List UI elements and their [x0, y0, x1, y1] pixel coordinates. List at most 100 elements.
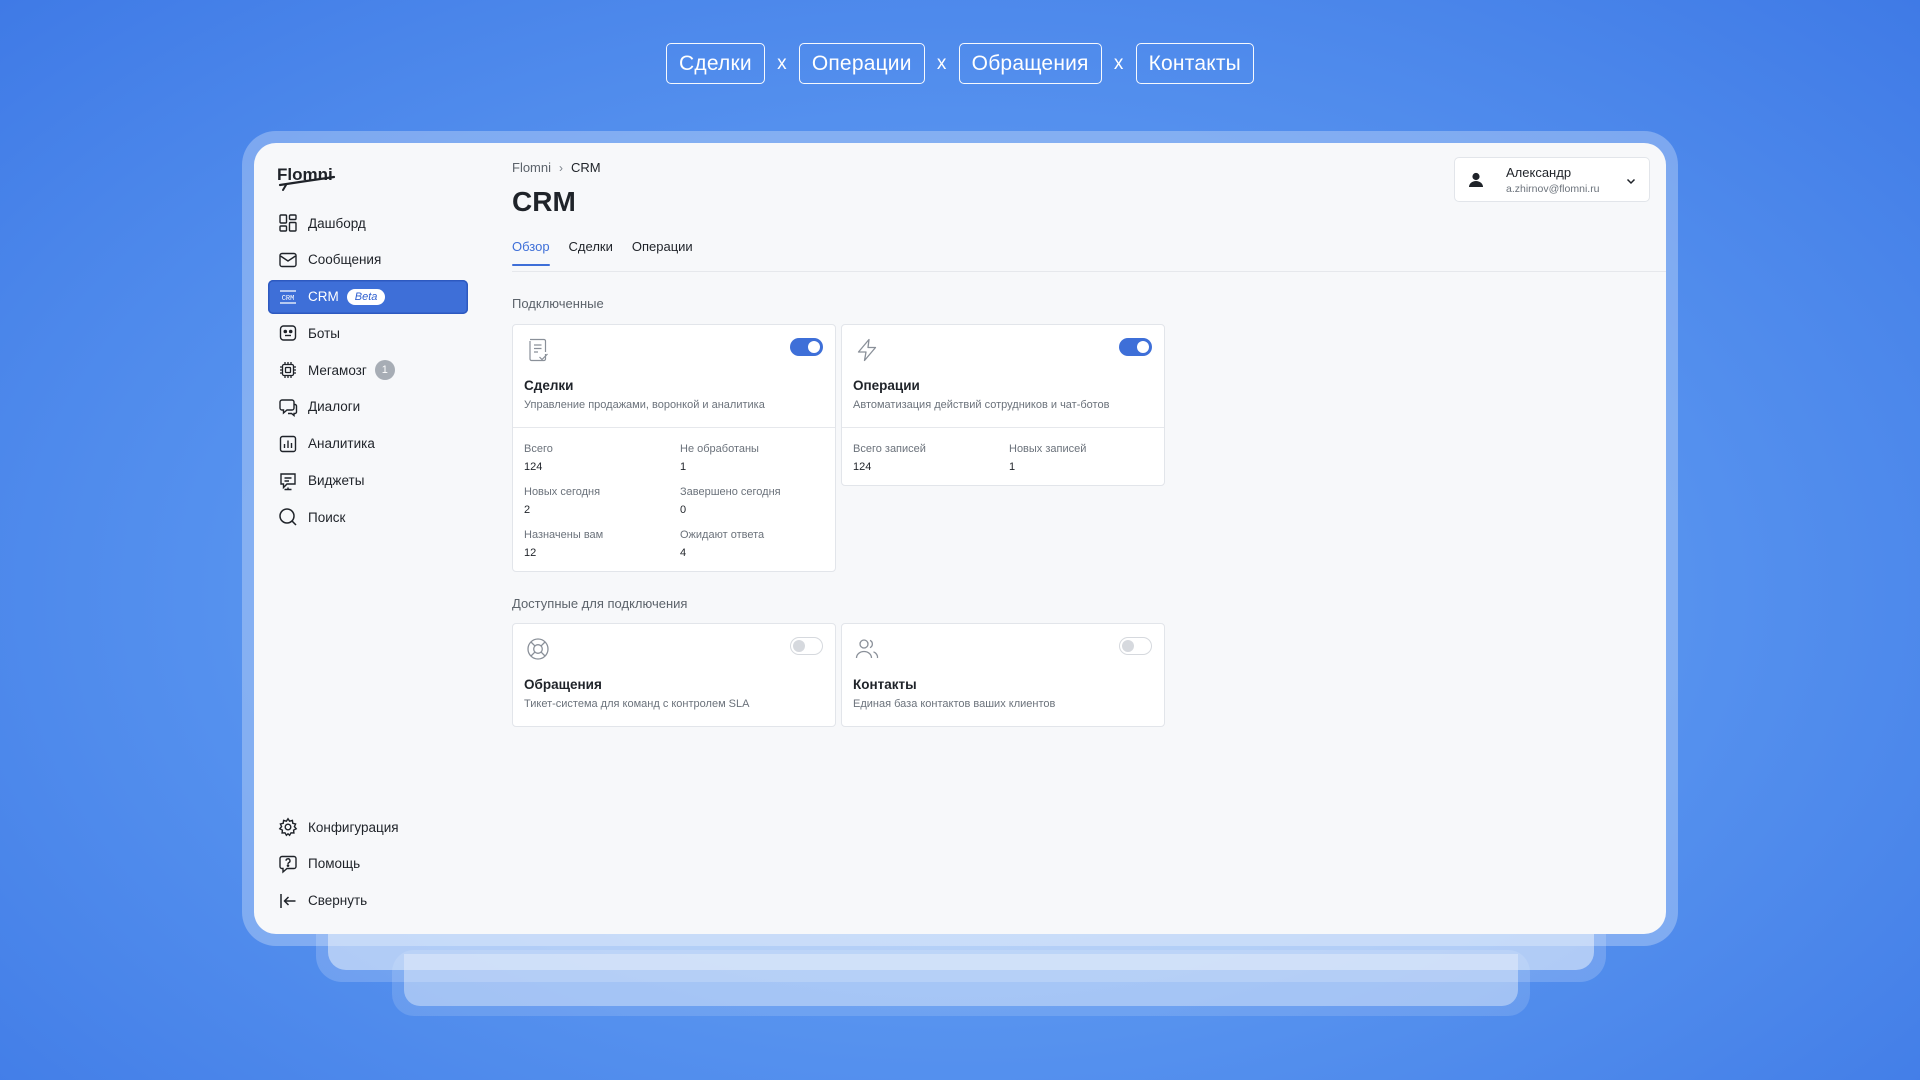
tab-overview[interactable]: Обзор	[512, 239, 550, 271]
stat-value: 124	[524, 461, 543, 473]
sidebar-item-label: Свернуть	[308, 893, 368, 909]
sidebar-item-label: Поиск	[308, 509, 346, 525]
toggle-deals[interactable]	[790, 338, 823, 356]
sidebar: Flomni Дашборд Сообщения CRM CRM Beta Бо…	[254, 143, 484, 934]
sidebar-item-configuration[interactable]: Конфигурация	[268, 810, 468, 844]
pill-contacts: Контакты	[1135, 43, 1254, 84]
chevron-right-icon: ›	[559, 160, 564, 175]
logo-mark-icon: Flomni	[277, 165, 336, 191]
card-operations[interactable]: Операции Автоматизация действий сотрудни…	[841, 324, 1165, 486]
users-icon	[854, 636, 880, 662]
document-check-icon	[525, 337, 551, 363]
sidebar-bottom-nav: Конфигурация Помощь Свернуть	[268, 810, 468, 920]
app-window: Flomni Дашборд Сообщения CRM CRM Beta Бо…	[254, 143, 1666, 934]
card-description: Тикет-система для команд с контролем SLA	[524, 698, 750, 710]
user-name: Александр	[1506, 165, 1572, 180]
sidebar-item-dialogs[interactable]: Диалоги	[268, 390, 468, 424]
toggle-tickets[interactable]	[790, 637, 823, 655]
dashboard-icon	[278, 213, 298, 233]
sidebar-item-label: Сообщения	[308, 252, 382, 268]
breadcrumb: Flomni › CRM	[512, 160, 601, 175]
stat-completed-today: Завершено сегодня 0	[680, 486, 781, 516]
section-available-label: Доступные для подключения	[512, 596, 688, 611]
stat-new-today: Новых сегодня 2	[524, 486, 600, 516]
messages-icon	[278, 250, 298, 270]
card-tickets[interactable]: Обращения Тикет-система для команд с кон…	[512, 623, 836, 727]
search-icon	[278, 507, 298, 527]
notification-count-badge: 1	[374, 360, 395, 381]
stat-value: 2	[524, 504, 531, 516]
sidebar-item-megamozg[interactable]: Мегамозг 1	[268, 353, 468, 387]
tab-operations[interactable]: Операции	[632, 239, 693, 271]
card-divider	[513, 427, 835, 428]
sidebar-item-label: Диалоги	[308, 399, 361, 415]
flomni-logo[interactable]: Flomni	[276, 161, 338, 193]
chip-icon	[278, 360, 298, 380]
sidebar-item-label: Боты	[308, 325, 340, 341]
user-menu[interactable]: Александр a.zhirnov@flomni.ru	[1454, 157, 1650, 202]
sidebar-item-label: Виджеты	[308, 473, 365, 489]
card-contacts[interactable]: Контакты Единая база контактов ваших кли…	[841, 623, 1165, 727]
stat-value: 1	[1009, 461, 1016, 473]
sidebar-item-label: Помощь	[308, 856, 361, 872]
card-divider	[842, 427, 1164, 428]
breadcrumb-root[interactable]: Flomni	[512, 160, 551, 175]
card-deals[interactable]: Сделки Управление продажами, воронкой и …	[512, 324, 836, 572]
sidebar-item-help[interactable]: Помощь	[268, 847, 468, 881]
sidebar-item-search[interactable]: Поиск	[268, 500, 468, 534]
analytics-icon	[278, 434, 298, 454]
lightning-icon	[854, 337, 880, 363]
sidebar-item-bots[interactable]: Боты	[268, 316, 468, 350]
stat-value: 4	[680, 547, 687, 559]
pill-separator: x	[936, 52, 947, 74]
bot-icon	[278, 323, 298, 343]
stat-label: Всего	[524, 443, 553, 455]
breadcrumb-current: CRM	[571, 160, 601, 175]
card-title: Контакты	[853, 677, 917, 692]
stat-label: Ожидают ответа	[680, 529, 765, 541]
stat-label: Новых сегодня	[524, 486, 601, 498]
stat-value: 12	[524, 547, 537, 559]
beta-badge: Beta	[346, 288, 386, 305]
stat-label: Завершено сегодня	[680, 486, 781, 498]
stat-new-records: Новых записей 1	[1009, 443, 1086, 473]
lifebuoy-icon	[525, 636, 551, 662]
pill-deals: Сделки	[666, 43, 765, 84]
stat-unprocessed: Не обработаны 1	[680, 443, 759, 473]
toggle-contacts[interactable]	[1119, 637, 1152, 655]
sidebar-item-dashboard[interactable]: Дашборд	[268, 206, 468, 240]
sidebar-item-label: Мегамозг	[308, 362, 367, 378]
collapse-icon	[278, 891, 298, 911]
top-pill-row: Сделки x Операции x Обращения x Контакты	[0, 43, 1920, 84]
sidebar-item-widgets[interactable]: Виджеты	[268, 464, 468, 498]
sidebar-item-messages[interactable]: Сообщения	[268, 243, 468, 277]
card-description: Единая база контактов ваших клиентов	[853, 698, 1056, 710]
page-title: CRM	[512, 186, 576, 217]
gear-icon	[278, 817, 298, 837]
card-title: Обращения	[524, 677, 602, 692]
stat-label: Не обработаны	[680, 443, 759, 455]
pill-tickets: Обращения	[958, 43, 1102, 84]
sidebar-item-analytics[interactable]: Аналитика	[268, 427, 468, 461]
card-title: Сделки	[524, 378, 574, 393]
sidebar-nav: Дашборд Сообщения CRM CRM Beta Боты Мега…	[268, 206, 468, 537]
pill-operations: Операции	[798, 43, 925, 84]
tab-divider	[512, 271, 1666, 272]
sidebar-item-crm[interactable]: CRM CRM Beta	[268, 279, 468, 314]
stat-label: Новых записей	[1009, 443, 1087, 455]
sidebar-item-label: CRM	[308, 289, 339, 305]
stat-label: Назначены вам	[524, 529, 604, 541]
tab-deals[interactable]: Сделки	[569, 239, 613, 271]
sidebar-item-label: Аналитика	[308, 436, 375, 452]
toggle-operations[interactable]	[1119, 338, 1152, 356]
stat-value: 0	[680, 504, 687, 516]
card-description: Автоматизация действий сотрудников и чат…	[853, 399, 1110, 411]
card-title: Операции	[853, 378, 920, 393]
sidebar-item-collapse[interactable]: Свернуть	[268, 884, 468, 918]
dialogs-icon	[278, 397, 298, 417]
tab-bar: Обзор Сделки Операции	[512, 239, 712, 271]
stat-value: 124	[853, 461, 872, 473]
stat-awaiting-reply: Ожидают ответа 4	[680, 529, 764, 559]
user-avatar-icon	[1465, 169, 1487, 191]
pill-separator: x	[777, 52, 787, 74]
